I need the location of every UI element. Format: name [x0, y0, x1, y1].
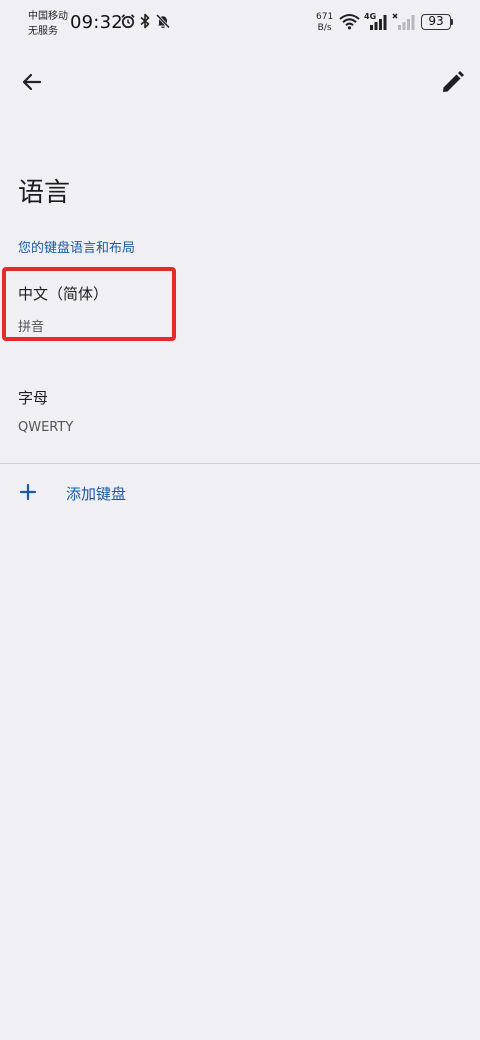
- battery-tip: [451, 19, 453, 25]
- page-title: 语言: [18, 178, 71, 208]
- keyboard-subtitle: QWERTY: [18, 420, 74, 435]
- bluetooth-icon: [140, 13, 150, 29]
- back-button[interactable]: [16, 66, 48, 98]
- arrow-left-icon: [22, 73, 42, 91]
- divider: [0, 463, 480, 464]
- bell-off-icon: [155, 13, 171, 29]
- speed-unit: B/s: [317, 23, 332, 33]
- network-speed: 671 B/s: [316, 12, 333, 34]
- alarm-icon: [121, 14, 135, 29]
- keyboard-item-alphabet[interactable]: 字母 QWERTY: [0, 372, 480, 452]
- carrier-status: 无服务: [28, 26, 58, 37]
- pencil-icon: [443, 71, 464, 92]
- signal-icon: [370, 15, 387, 30]
- plus-icon: [19, 483, 37, 501]
- edit-button[interactable]: [437, 66, 469, 98]
- keyboard-title: 字母: [18, 389, 49, 407]
- battery-indicator: 93: [421, 14, 451, 30]
- highlight-box: [2, 267, 176, 341]
- add-keyboard-button[interactable]: 添加键盘: [0, 470, 480, 514]
- add-keyboard-label: 添加键盘: [66, 485, 127, 503]
- wifi-icon: [339, 14, 360, 30]
- signal-off-icon: [392, 13, 415, 30]
- section-label: 您的键盘语言和布局: [18, 241, 136, 256]
- clock: 09:32: [70, 12, 123, 33]
- speed-value: 671: [316, 12, 334, 22]
- carrier-name: 中国移动: [28, 11, 68, 22]
- status-bar: 中国移动 无服务 09:32 671 B/s 4G 93: [0, 0, 480, 44]
- carrier-info: 中国移动 无服务: [28, 9, 68, 39]
